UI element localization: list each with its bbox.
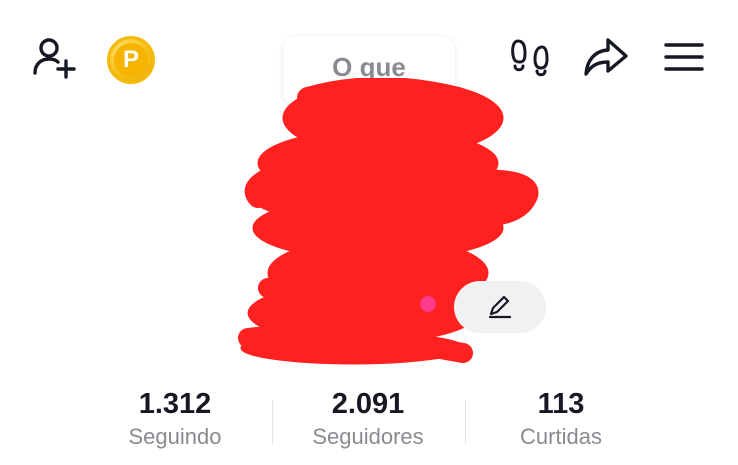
person-add-icon [33,38,76,79]
stat-following[interactable]: 1.312 Seguindo [80,386,270,452]
footprints-icon [511,39,549,77]
hamburger-menu-icon [664,43,704,71]
followers-label: Seguidores [312,424,424,449]
following-label: Seguindo [128,424,222,449]
share-arrow-icon [584,38,628,76]
share-button[interactable] [580,34,632,80]
menu-button[interactable] [660,36,708,78]
followers-count: 2.091 [331,388,405,420]
stat-likes[interactable]: 113 Curtidas [466,386,656,452]
profile-stats: 1.312 Seguindo 2.091 Seguidores 113 Curt… [80,386,658,456]
edit-profile-button[interactable] [454,281,546,333]
accent-dot [420,296,436,312]
stat-followers[interactable]: 2.091 Seguidores [273,386,463,452]
likes-label: Curtidas [520,424,602,449]
coin-button[interactable]: P [105,34,157,86]
add-friend-button[interactable] [28,32,78,82]
coin-letter: P [114,43,148,77]
likes-count: 113 [537,388,585,420]
following-count: 1.312 [138,388,212,420]
profile-views-button[interactable] [508,34,554,80]
pencil-icon [488,295,512,319]
coin-icon: P [107,36,155,84]
